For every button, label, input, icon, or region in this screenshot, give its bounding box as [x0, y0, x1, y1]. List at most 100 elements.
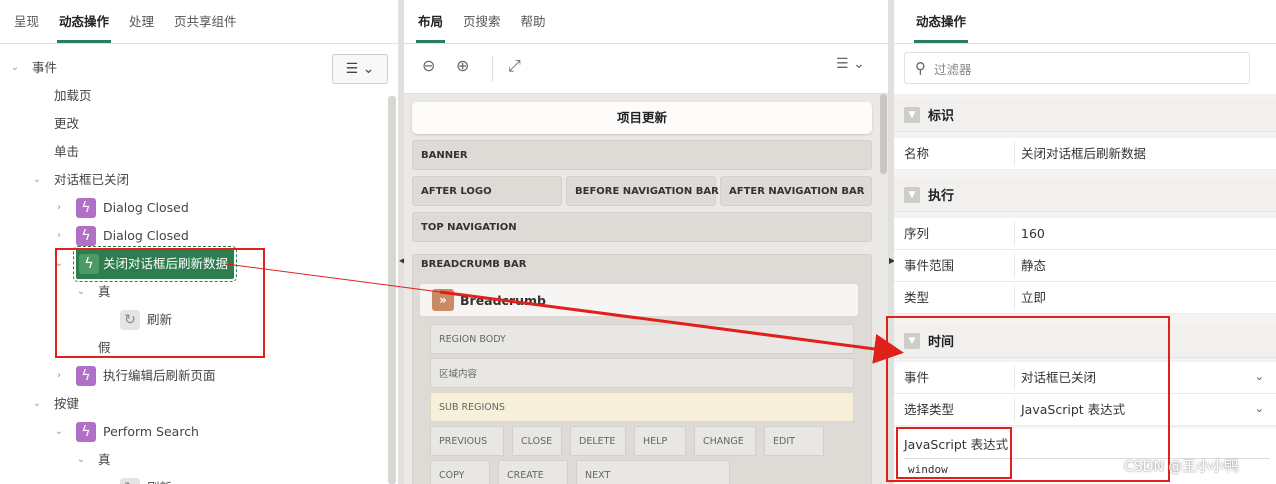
slot-region-body[interactable]: REGION BODY: [430, 324, 854, 354]
tree-node[interactable]: ⌄ 真: [74, 278, 111, 306]
selected-tree-node[interactable]: ϟ 关闭对话框后刷新数据: [72, 246, 238, 282]
group-identification[interactable]: ▼ 标识: [894, 98, 1276, 132]
dynamic-action-tree: ⌄ 事件 加载页 更改 单击 ⌄ 对话框已关闭 › ϟ Dialog Closed › ϟ Dialog…: [0, 44, 386, 484]
chevron-down-icon[interactable]: ⌄: [1255, 370, 1264, 383]
prop-name-input[interactable]: 关闭对话框后刷新数据: [1014, 142, 1276, 166]
tree-node[interactable]: ⌄ 事件: [8, 54, 57, 82]
tab-dynamic-action-props[interactable]: 动态操作: [913, 0, 969, 43]
button-slot[interactable]: EDIT: [764, 426, 824, 456]
refresh-icon: ↻: [120, 310, 140, 330]
button-slot[interactable]: CREATE: [498, 460, 568, 484]
left-tabs: 呈现 动态操作 处理 页共享组件: [0, 0, 398, 44]
tree-node-label: 事件: [32, 60, 58, 75]
tree-node[interactable]: › ϟ 执行编辑后刷新页面: [52, 362, 216, 390]
prop-sequence-input[interactable]: 160: [1014, 222, 1276, 246]
tree-node[interactable]: › ϟ Dialog Closed: [52, 194, 189, 222]
lightning-icon: ϟ: [76, 226, 96, 246]
button-slot[interactable]: CHANGE: [694, 426, 756, 456]
position-after-navigation-bar[interactable]: AFTER NAVIGATION BAR: [720, 176, 872, 206]
slot-region-content[interactable]: 区域内容: [430, 358, 854, 388]
tree-node[interactable]: ↻ 刷新: [96, 306, 172, 334]
tree-node[interactable]: ⌄ ϟ Perform Search: [52, 418, 199, 446]
prop-name-label: 名称: [904, 146, 930, 161]
chevron-down-icon[interactable]: ⌄: [30, 390, 44, 418]
position-after-logo[interactable]: AFTER LOGO: [412, 176, 562, 206]
filter-placeholder: 过滤器: [934, 61, 972, 77]
left-pane: 呈现 动态操作 处理 页共享组件 ☰ ⌄ ⌄ 事件 加载页 更改 单击 ⌄ 对话框已关闭 › ϟ…: [0, 0, 398, 484]
search-icon: ⚲: [915, 59, 926, 77]
prop-event-label: 事件: [904, 370, 930, 385]
prop-selection-type-label: 选择类型: [904, 402, 955, 417]
toolbar-divider: [492, 56, 493, 82]
chevron-down-icon[interactable]: ⌄: [74, 278, 88, 306]
prop-type: 类型 立即: [894, 282, 1276, 314]
breadcrumb-region[interactable]: » Breadcrumb: [420, 284, 858, 316]
prop-sequence-label: 序列: [904, 226, 930, 241]
tree-node-label: 真: [98, 452, 111, 467]
chevron-down-icon[interactable]: ⌄: [74, 446, 88, 474]
layout-menu-icon[interactable]: ☰ ⌄: [836, 56, 865, 72]
chevron-down-icon[interactable]: ⌄: [52, 418, 66, 446]
tree-node[interactable]: ⌄ 对话框已关闭: [30, 166, 129, 194]
page-title[interactable]: 项目更新: [412, 102, 872, 134]
tree-node[interactable]: ⌄ 真: [74, 446, 111, 474]
prop-selection-type-select[interactable]: JavaScript 表达式: [1014, 398, 1276, 422]
tab-shared-components[interactable]: 页共享组件: [174, 0, 237, 43]
prop-event-scope-label: 事件范围: [904, 258, 955, 273]
tree-node-label: 关闭对话框后刷新数据: [103, 256, 229, 271]
button-slot[interactable]: NEXT: [576, 460, 730, 484]
button-slot[interactable]: CLOSE: [512, 426, 562, 456]
chevron-right-icon[interactable]: ›: [52, 362, 66, 390]
slot-sub-regions[interactable]: SUB REGIONS: [430, 392, 854, 422]
group-when[interactable]: ▼ 时间: [894, 324, 1276, 358]
tree-node-label: Dialog Closed: [103, 228, 189, 243]
tab-help[interactable]: 帮助: [521, 0, 546, 43]
tree-node[interactable]: 加载页: [30, 82, 92, 110]
tree-node[interactable]: › ϟ Dialog Closed: [52, 222, 189, 250]
prop-event-scope-select[interactable]: 静态: [1014, 254, 1276, 278]
watermark: CSDN @王小小鸭: [1124, 459, 1239, 475]
chevron-right-icon[interactable]: ›: [52, 222, 66, 250]
tree-node[interactable]: ↻ 刷新: [96, 474, 172, 484]
tree-node-label: 加载页: [54, 88, 92, 103]
tree-node-label: 刷新: [147, 312, 173, 327]
group-execution[interactable]: ▼ 执行: [894, 178, 1276, 212]
chevron-down-icon[interactable]: ⌄: [30, 166, 44, 194]
filter-input[interactable]: ⚲ 过滤器: [904, 52, 1250, 84]
tree-scrollbar[interactable]: [388, 96, 396, 484]
tree-node[interactable]: 更改: [30, 110, 79, 138]
position-top-navigation[interactable]: TOP NAVIGATION: [412, 212, 872, 242]
tree-node[interactable]: 假: [74, 334, 111, 362]
button-slot[interactable]: COPY: [430, 460, 490, 484]
tree-node-label: 真: [98, 284, 111, 299]
breadcrumb-icon: »: [432, 289, 454, 311]
zoom-out-icon[interactable]: ⊖: [422, 56, 435, 75]
prop-event-select[interactable]: 对话框已关闭: [1014, 366, 1276, 390]
tab-layout[interactable]: 布局: [415, 0, 446, 43]
expand-icon[interactable]: ⤢: [508, 56, 521, 76]
chevron-down-icon[interactable]: ⌄: [8, 54, 22, 82]
chevron-down-icon[interactable]: ⌄: [52, 250, 66, 278]
tree-node[interactable]: ⌄ ϟ 关闭对话框后刷新数据: [52, 246, 238, 282]
tree-node[interactable]: ⌄ 按键: [30, 390, 79, 418]
layout-scrollbar[interactable]: [880, 94, 887, 174]
button-slot[interactable]: DELETE: [570, 426, 626, 456]
position-banner[interactable]: BANNER: [412, 140, 872, 170]
tree-node[interactable]: 单击: [30, 138, 79, 166]
tab-processing[interactable]: 处理: [129, 0, 154, 43]
prop-type-label: 类型: [904, 290, 930, 305]
chevron-right-icon[interactable]: ›: [52, 194, 66, 222]
prop-type-select[interactable]: 立即: [1014, 286, 1276, 310]
button-slot[interactable]: HELP: [634, 426, 686, 456]
button-slot[interactable]: PREVIOUS: [430, 426, 504, 456]
tab-dynamic-actions[interactable]: 动态操作: [57, 0, 112, 43]
position-before-navigation-bar[interactable]: BEFORE NAVIGATION BAR: [566, 176, 719, 206]
chevron-down-icon[interactable]: ⌄: [1255, 402, 1264, 415]
zoom-in-icon[interactable]: ⊕: [456, 56, 469, 75]
tree-node-label: 更改: [54, 116, 80, 131]
tab-rendering[interactable]: 呈现: [14, 0, 39, 43]
tab-page-search[interactable]: 页搜索: [463, 0, 501, 43]
right-tabs: 动态操作: [894, 0, 1276, 44]
prop-event-scope: 事件范围 静态: [894, 250, 1276, 282]
prop-javascript-expression-label: JavaScript 表达式: [904, 437, 1009, 452]
